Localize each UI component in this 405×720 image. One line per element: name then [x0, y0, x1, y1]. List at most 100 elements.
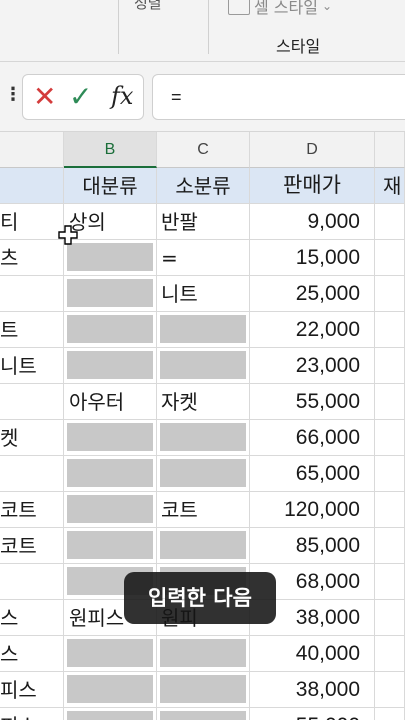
cell-text: 23,000	[295, 354, 360, 377]
column-header-c[interactable]: C	[157, 132, 250, 168]
enter-icon[interactable]: ✓	[69, 81, 92, 113]
cell-a[interactable]	[0, 384, 64, 420]
cell-e[interactable]	[375, 312, 405, 348]
header-cell-price[interactable]: 판매가	[250, 168, 375, 204]
cell-style-icon	[228, 0, 250, 15]
cell-c[interactable]	[157, 708, 250, 720]
merged-placeholder	[67, 639, 153, 667]
ribbon-separator	[208, 0, 209, 54]
cell-d[interactable]: 65,000	[250, 456, 375, 492]
merged-placeholder	[67, 495, 153, 523]
cell-e[interactable]	[375, 492, 405, 528]
cell-b[interactable]	[64, 672, 157, 708]
cell-e[interactable]	[375, 528, 405, 564]
merged-placeholder	[67, 711, 153, 720]
insert-function-icon[interactable]: fx	[111, 82, 133, 110]
cell-d[interactable]: 38,000	[250, 672, 375, 708]
formula-input[interactable]: =	[152, 74, 405, 120]
ribbon-partial-label[interactable]: 정렬	[134, 0, 162, 13]
cell-a[interactable]: 츠	[0, 240, 64, 276]
merged-placeholder	[160, 531, 246, 559]
cell-e[interactable]	[375, 564, 405, 600]
cell-e[interactable]	[375, 672, 405, 708]
cell-a[interactable]: 스	[0, 636, 64, 672]
cell-style-button[interactable]: 셀 스타일 ⌄	[228, 0, 332, 18]
cell-b[interactable]	[64, 348, 157, 384]
cell-a[interactable]: 니트	[0, 348, 64, 384]
cell-e[interactable]	[375, 384, 405, 420]
cell-e[interactable]	[375, 420, 405, 456]
cell-c[interactable]	[157, 528, 250, 564]
cell-c[interactable]: 자켓	[157, 384, 250, 420]
more-options-icon[interactable]: ⋮	[4, 84, 22, 105]
cell-d[interactable]: 120,000	[250, 492, 375, 528]
merged-placeholder	[160, 315, 246, 343]
column-header-e[interactable]	[375, 132, 405, 168]
cell-a[interactable]	[0, 456, 64, 492]
cell-c[interactable]	[157, 420, 250, 456]
cell-a[interactable]	[0, 564, 64, 600]
header-cell[interactable]	[0, 168, 64, 204]
cell-b[interactable]	[64, 456, 157, 492]
merged-placeholder	[160, 423, 246, 451]
column-header-d[interactable]: D	[250, 132, 375, 168]
cell-c[interactable]: 코트	[157, 492, 250, 528]
cell-a[interactable]	[0, 276, 64, 312]
cell-b[interactable]	[64, 312, 157, 348]
cell-a[interactable]: 피스	[0, 672, 64, 708]
cancel-icon[interactable]: ✕	[33, 81, 56, 113]
cell-d[interactable]: 25,000	[250, 276, 375, 312]
cell-c[interactable]	[157, 672, 250, 708]
cell-e[interactable]	[375, 276, 405, 312]
cell-d[interactable]: 23,000	[250, 348, 375, 384]
cell-text: 40,000	[295, 642, 360, 665]
cell-d[interactable]: 66,000	[250, 420, 375, 456]
cell-b[interactable]	[64, 492, 157, 528]
cell-e[interactable]	[375, 600, 405, 636]
cell-a[interactable]: 티	[0, 204, 64, 240]
cell-text: 트	[0, 318, 19, 342]
cell-c[interactable]	[157, 312, 250, 348]
ribbon: 정렬 셀 스타일 ⌄ 스타일	[0, 0, 405, 62]
cell-e[interactable]	[375, 348, 405, 384]
cell-d[interactable]: 55,000	[250, 384, 375, 420]
cell-c[interactable]	[157, 348, 250, 384]
cell-d[interactable]: 15,000	[250, 240, 375, 276]
cell-a[interactable]: 스	[0, 600, 64, 636]
cell-c[interactable]: 니트	[157, 276, 250, 312]
cell-d[interactable]: 40,000	[250, 636, 375, 672]
cell-b[interactable]	[64, 420, 157, 456]
cell-b[interactable]	[64, 276, 157, 312]
cell-d[interactable]: 22,000	[250, 312, 375, 348]
cell-b[interactable]	[64, 528, 157, 564]
cell-d[interactable]: 55,000	[250, 708, 375, 720]
header-cell-category[interactable]: 대분류	[64, 168, 157, 204]
header-cell[interactable]: 재	[375, 168, 405, 204]
cell-e[interactable]	[375, 456, 405, 492]
header-cell-subcategory[interactable]: 소분류	[157, 168, 250, 204]
column-header-b[interactable]: B	[64, 132, 157, 168]
cell-c[interactable]	[157, 636, 250, 672]
cell-text: 66,000	[295, 426, 360, 449]
cell-a[interactable]: 피스	[0, 708, 64, 720]
cell-b[interactable]	[64, 708, 157, 720]
cell-e[interactable]	[375, 240, 405, 276]
cell-e[interactable]	[375, 204, 405, 240]
cell-c[interactable]: 반팔	[157, 204, 250, 240]
cell-d[interactable]: 85,000	[250, 528, 375, 564]
cell-a[interactable]: 코트	[0, 528, 64, 564]
cell-text: 68,000	[295, 570, 360, 593]
table-row: 트 22,000	[0, 312, 405, 348]
cell-c[interactable]	[157, 456, 250, 492]
cell-e[interactable]	[375, 708, 405, 720]
cell-c[interactable]: =	[157, 240, 250, 276]
cell-a[interactable]: 켓	[0, 420, 64, 456]
cell-d[interactable]: 9,000	[250, 204, 375, 240]
cell-a[interactable]: 코트	[0, 492, 64, 528]
merged-placeholder	[160, 639, 246, 667]
cell-a[interactable]: 트	[0, 312, 64, 348]
cell-b[interactable]	[64, 636, 157, 672]
column-header-a[interactable]	[0, 132, 64, 168]
cell-b[interactable]: 아우터	[64, 384, 157, 420]
cell-e[interactable]	[375, 636, 405, 672]
